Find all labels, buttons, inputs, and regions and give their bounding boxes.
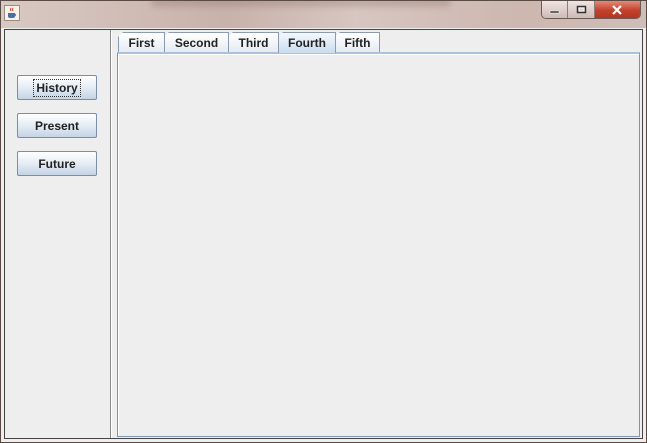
tabbed-pane: First Second Third Fourth Fifth xyxy=(113,30,642,438)
maximize-icon xyxy=(576,5,586,14)
tab-label: Fourth xyxy=(288,36,326,50)
history-button-label: History xyxy=(33,78,81,97)
present-button-label: Present xyxy=(34,118,80,133)
tab-second[interactable]: Second xyxy=(164,32,229,52)
history-button[interactable]: History xyxy=(17,75,97,100)
tab-content-panel xyxy=(117,52,640,437)
tab-label: Fifth xyxy=(344,35,371,50)
content-pane: History Present Future First Second Thir… xyxy=(4,29,643,439)
future-button[interactable]: Future xyxy=(17,151,97,176)
tab-fourth[interactable]: Fourth xyxy=(278,32,336,53)
present-button[interactable]: Present xyxy=(17,113,97,138)
tab-strip: First Second Third Fourth Fifth xyxy=(118,32,380,53)
tab-label: Second xyxy=(174,35,219,50)
tab-third[interactable]: Third xyxy=(228,32,279,52)
tab-first[interactable]: First xyxy=(118,32,165,52)
future-button-label: Future xyxy=(38,156,76,171)
tab-fifth[interactable]: Fifth xyxy=(335,32,380,52)
java-cup-icon[interactable] xyxy=(4,5,20,21)
navigation-panel: History Present Future xyxy=(5,30,111,438)
app-window: History Present Future First Second Thir… xyxy=(0,0,647,443)
close-button[interactable] xyxy=(594,1,640,18)
maximize-button[interactable] xyxy=(568,1,595,18)
tab-label: First xyxy=(128,35,155,50)
title-bar[interactable] xyxy=(1,1,646,28)
minimize-button[interactable] xyxy=(542,1,569,18)
window-controls xyxy=(541,1,641,19)
close-icon xyxy=(612,4,623,15)
title-blur xyxy=(151,1,451,7)
tab-label: Third xyxy=(238,35,269,50)
minimize-icon xyxy=(549,10,560,13)
